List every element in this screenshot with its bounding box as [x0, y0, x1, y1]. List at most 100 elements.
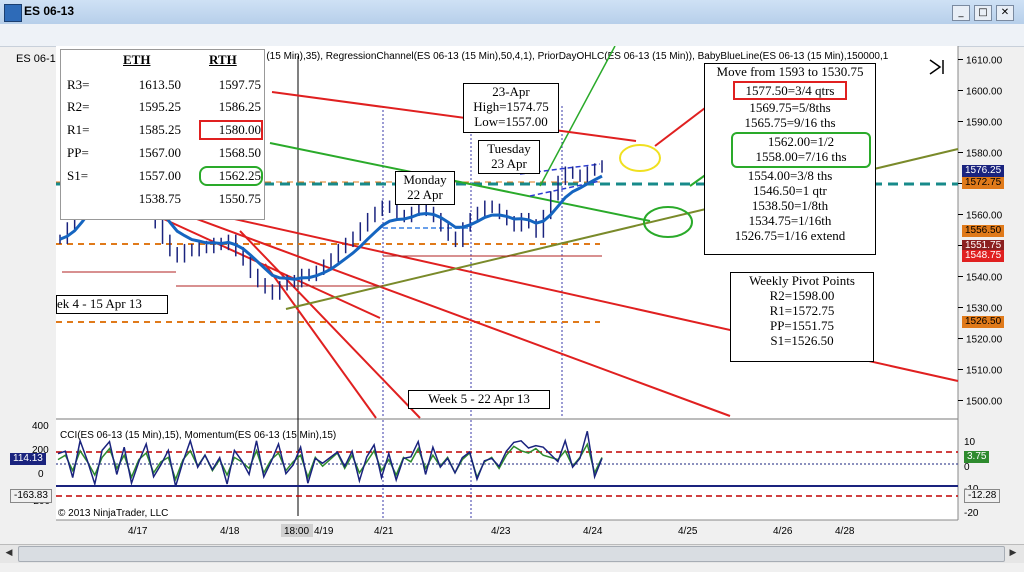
apr23-stats-box: 23-Apr High=1574.75 Low=1557.00 — [463, 83, 559, 133]
x-tick-label: 4/26 — [773, 526, 793, 537]
fib-line: 1554.00=3/8 ths — [747, 168, 833, 183]
price-axis-label: 1540.00 — [966, 273, 1003, 284]
fib-line-highlight: 1562.00=1/2 — [731, 132, 871, 149]
cci-low-tag: -163.83 — [10, 489, 52, 503]
pivot-eth: 1567.00 — [138, 145, 181, 160]
price-axis-label: 1590.00 — [966, 118, 1003, 129]
play-nav-icon[interactable] — [928, 58, 946, 76]
window-title: ES 06-13 — [24, 4, 75, 18]
weekly-pivot-line: PP=1551.75 — [769, 318, 835, 333]
price-axis-label: 1500.00 — [966, 397, 1003, 408]
weekly-pivots-title: Weekly Pivot Points — [749, 273, 855, 288]
price-axis-label: 1510.00 — [966, 366, 1003, 377]
maximize-button[interactable]: □ — [974, 5, 992, 21]
x-tick-label: 4/28 — [835, 526, 855, 537]
pivot-rth: 1597.75 — [218, 77, 261, 92]
pivot-label: R2= — [67, 99, 90, 114]
annot-line: Low=1557.00 — [474, 114, 548, 129]
play-nav-icon-shape — [929, 59, 942, 75]
fib-line: 1534.75=1/16th — [748, 213, 832, 228]
pivot-col-eth: ETH — [123, 52, 151, 67]
price-axis-label: 1520.00 — [966, 335, 1003, 346]
pivot-rth-highlight: 1580.00 — [199, 120, 263, 140]
pivot-eth: 1585.25 — [138, 122, 181, 137]
chart-window: ES 06-13 _ □ ✕ ES 06-1 3 (15 Min),35), R… — [0, 0, 1024, 572]
fib-line: 1526.75=1/16 extend — [734, 228, 846, 243]
pivot-label: R1= — [67, 122, 90, 137]
pivot-row: R1= 1585.25 1580.00 — [61, 119, 264, 141]
pivot-label: S1= — [67, 168, 89, 183]
price-tag: 1548.75 — [962, 250, 1005, 262]
left-tick-400: 400 — [32, 421, 49, 432]
fib-line: 1569.75=5/8ths — [749, 100, 831, 115]
pivot-row: 1538.75 1550.75 — [61, 188, 264, 210]
x-tick-label: 4/17 — [128, 526, 148, 537]
price-tag-r1: 1572.75 — [962, 177, 1005, 189]
move-fib-box: Move from 1593 to 1530.75 1577.50=3/4 qt… — [704, 63, 876, 255]
price-axis-label: 1610.00 — [966, 56, 1003, 67]
move-title: Move from 1593 to 1530.75 — [716, 64, 864, 79]
pivot-rth: 1550.75 — [218, 191, 261, 206]
annot-line: 22 Apr — [407, 187, 443, 202]
price-axis-label: 1580.00 — [966, 149, 1003, 160]
x-tick-label: 4/23 — [491, 526, 511, 537]
annot-line: 23 Apr — [491, 156, 527, 171]
weekly-pivot-line: R2=1598.00 — [769, 288, 835, 303]
momentum-value-tag: 3.75 — [964, 451, 990, 463]
annot-line: 23-Apr — [492, 84, 530, 99]
app-icon — [4, 4, 22, 22]
right-tick-neg20: -20 — [964, 508, 979, 519]
pivot-eth: 1538.75 — [138, 191, 181, 206]
fib-line: 1546.50=1 qtr — [753, 183, 827, 198]
fib-line: 1565.75=9/16 ths — [744, 115, 836, 130]
scrollbar-thumb[interactable] — [18, 546, 1005, 562]
price-axis-label: 1560.00 — [966, 211, 1003, 222]
pivot-row: R2= 1595.25 1586.25 — [61, 96, 264, 118]
pivot-eth: 1595.25 — [138, 99, 181, 114]
annot-line: Tuesday — [487, 141, 531, 156]
pivot-rth: 1586.25 — [218, 99, 261, 114]
pivot-row: S1= 1557.00 1562.25 — [61, 165, 264, 187]
x-tick-label: 4/19 — [314, 526, 334, 537]
momentum-low-tag: -12.28 — [964, 489, 1001, 503]
price-tag-last: 1576.25 — [962, 165, 1005, 177]
fib-line-highlight: 1558.00=7/16 ths — [731, 149, 871, 168]
close-button[interactable]: ✕ — [996, 5, 1014, 21]
pivot-rth: 1568.50 — [218, 145, 261, 160]
monday-label-box: Monday 22 Apr — [395, 171, 455, 205]
tuesday-label-box: Tuesday 23 Apr — [478, 140, 540, 174]
pivot-table: ETH RTH R3= 1613.50 1597.75 R2= 1595.25 … — [60, 49, 265, 220]
x-tick-label: 4/21 — [374, 526, 394, 537]
weekly-pivot-line: S1=1526.50 — [770, 333, 834, 348]
weekly-pivots-box: Weekly Pivot Points R2=1598.00 R1=1572.7… — [730, 272, 874, 362]
pivot-row: R3= 1613.50 1597.75 — [61, 74, 264, 96]
annot-line: Monday — [403, 172, 447, 187]
fib-line-highlight: 1577.50=3/4 qtrs — [733, 81, 847, 100]
x-tick-label: 4/18 — [220, 526, 240, 537]
minimize-button[interactable]: _ — [952, 5, 970, 21]
title-bar: ES 06-13 _ □ ✕ — [0, 0, 1024, 25]
x-tick-label: 4/24 — [583, 526, 603, 537]
toolbar: ES 06-1 — [0, 24, 1024, 67]
week4-label: ek 4 - 15 Apr 13 — [56, 295, 168, 314]
pivot-label: R3= — [67, 77, 90, 92]
copyright-text: © 2013 NinjaTrader, LLC — [58, 508, 168, 519]
play-nav-icon-svg — [929, 59, 944, 75]
scroll-right-arrow-icon[interactable]: ▶ — [1006, 546, 1020, 560]
scroll-left-arrow-icon[interactable]: ◀ — [2, 546, 16, 560]
chart-area[interactable]: 3 (15 Min),35), RegressionChannel(ES 06-… — [0, 45, 1024, 572]
price-axis-label: 1530.00 — [966, 304, 1003, 315]
pivot-rth-highlight: 1562.25 — [199, 166, 263, 186]
week5-label: Week 5 - 22 Apr 13 — [408, 390, 550, 409]
pivot-row: PP= 1567.00 1568.50 — [61, 142, 264, 164]
fib-line: 1538.50=1/8th — [751, 198, 829, 213]
price-tag: 1556.50 — [962, 225, 1005, 237]
indicator-legend: 3 (15 Min),35), RegressionChannel(ES 06-… — [258, 51, 889, 62]
x-tick-label: 4/25 — [678, 526, 698, 537]
left-tick-0: 0 — [38, 469, 44, 480]
pivot-eth: 1613.50 — [138, 77, 181, 92]
cci-value-tag: 114.13 — [10, 453, 46, 465]
x-tick-label-crosshair: 18:00 — [284, 526, 309, 537]
indicator-panel-label: CCI(ES 06-13 (15 Min),15), Momentum(ES 0… — [60, 430, 336, 441]
right-tick-10: 10 — [964, 437, 976, 448]
